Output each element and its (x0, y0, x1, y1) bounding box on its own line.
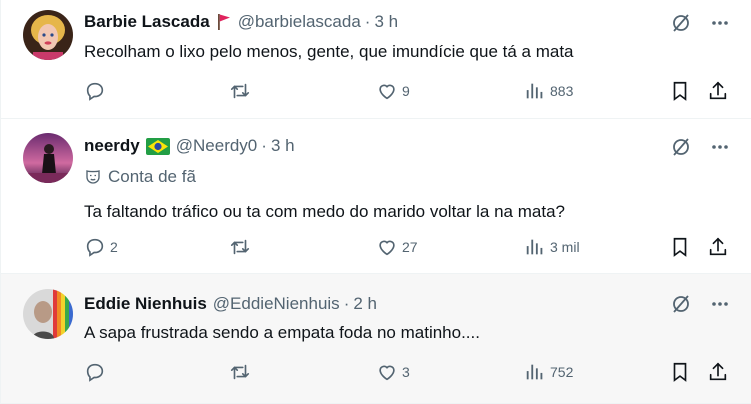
timestamp[interactable]: 3 h (271, 136, 295, 156)
bookmark-icon (669, 80, 691, 102)
like-icon (376, 361, 398, 383)
like-count: 9 (402, 83, 410, 99)
display-name[interactable]: Barbie Lascada (84, 12, 210, 32)
tweet-actions: 2 27 3 mil (84, 236, 734, 260)
like-button[interactable]: 3 (376, 361, 410, 383)
view-count: 883 (550, 83, 574, 99)
tweet-3[interactable]: Eddie Nienhuis @EddieNienhuis · 2 h A sa… (1, 274, 751, 404)
bookmark-button[interactable] (669, 361, 691, 383)
share-icon (707, 361, 729, 383)
tweet-top-icons (670, 293, 730, 315)
user-handle[interactable]: @Neerdy0 (176, 136, 258, 156)
more-icon[interactable] (710, 137, 730, 157)
reply-icon (84, 80, 106, 102)
retweet-icon (229, 80, 251, 102)
bookmark-icon (669, 236, 691, 258)
display-name[interactable]: neerdy (84, 136, 140, 156)
views-button[interactable]: 752 (524, 361, 573, 383)
tweet-header: neerdy @Neerdy0 · 3 h (84, 136, 295, 156)
user-handle[interactable]: @EddieNienhuis (213, 294, 340, 314)
more-icon[interactable] (710, 294, 730, 314)
bookmark-button[interactable] (669, 236, 691, 258)
like-icon (376, 236, 398, 258)
separator-dot: · (364, 12, 371, 31)
views-button[interactable]: 883 (524, 80, 573, 102)
retweet-button[interactable] (229, 361, 255, 383)
views-button[interactable]: 3 mil (524, 236, 580, 258)
retweet-button[interactable] (229, 236, 255, 258)
bookmark-icon (669, 361, 691, 383)
share-button[interactable] (707, 236, 729, 258)
avatar[interactable] (23, 10, 73, 60)
share-button[interactable] (707, 361, 729, 383)
mask-icon (84, 168, 102, 186)
like-button[interactable]: 27 (376, 236, 418, 258)
reply-feed: Barbie Lascada @barbielascada · 3 h Reco… (0, 0, 751, 404)
retweet-icon (229, 236, 251, 258)
user-handle[interactable]: @barbielascada (238, 12, 361, 32)
tweet-1[interactable]: Barbie Lascada @barbielascada · 3 h Reco… (1, 0, 751, 119)
tweet-header: Eddie Nienhuis @EddieNienhuis · 2 h (84, 294, 377, 314)
share-icon (707, 80, 729, 102)
tweet-2[interactable]: neerdy @Neerdy0 · 3 h Conta de fã Ta fal… (1, 119, 751, 274)
separator-dot: · (261, 136, 267, 155)
views-icon (524, 361, 546, 383)
grok-icon[interactable] (670, 136, 692, 158)
reply-count: 2 (110, 239, 118, 255)
bookmark-button[interactable] (669, 80, 691, 102)
like-icon (376, 80, 398, 102)
grok-icon[interactable] (670, 293, 692, 315)
timestamp[interactable]: 2 h (353, 294, 377, 314)
tweet-top-icons (670, 136, 730, 158)
tweet-actions: 3 752 (84, 361, 734, 385)
like-button[interactable]: 9 (376, 80, 410, 102)
fan-account-text: Conta de fã (108, 167, 196, 186)
view-count: 752 (550, 364, 574, 380)
more-icon[interactable] (710, 13, 730, 33)
view-count: 3 mil (550, 239, 580, 255)
brazil-flag-icon (145, 137, 170, 155)
reply-button[interactable] (84, 80, 110, 102)
reply-icon (84, 361, 106, 383)
red-flag-icon (216, 13, 232, 31)
tweet-header: Barbie Lascada @barbielascada · 3 h (84, 12, 398, 32)
tweet-text: A sapa frustrada sendo a empata foda no … (84, 323, 480, 342)
retweet-button[interactable] (229, 80, 255, 102)
like-count: 27 (402, 239, 418, 255)
tweet-text: Ta faltando tráfico ou ta com medo do ma… (84, 202, 565, 221)
tweet-top-icons (670, 12, 730, 34)
timestamp[interactable]: 3 h (374, 12, 398, 32)
reply-button[interactable] (84, 361, 110, 383)
display-name[interactable]: Eddie Nienhuis (84, 294, 207, 314)
share-icon (707, 236, 729, 258)
fan-account-label: Conta de fã (84, 167, 196, 187)
avatar[interactable] (23, 289, 73, 339)
tweet-text: Recolham o lixo pelo menos, gente, que i… (84, 42, 574, 61)
tweet-actions: 9 883 (84, 80, 734, 104)
like-count: 3 (402, 364, 410, 380)
reply-button[interactable]: 2 (84, 236, 118, 258)
reply-icon (84, 236, 106, 258)
separator-dot: · (343, 294, 350, 313)
retweet-icon (229, 361, 251, 383)
views-icon (524, 80, 546, 102)
share-button[interactable] (707, 80, 729, 102)
grok-icon[interactable] (670, 12, 692, 34)
avatar[interactable] (23, 133, 73, 183)
views-icon (524, 236, 546, 258)
